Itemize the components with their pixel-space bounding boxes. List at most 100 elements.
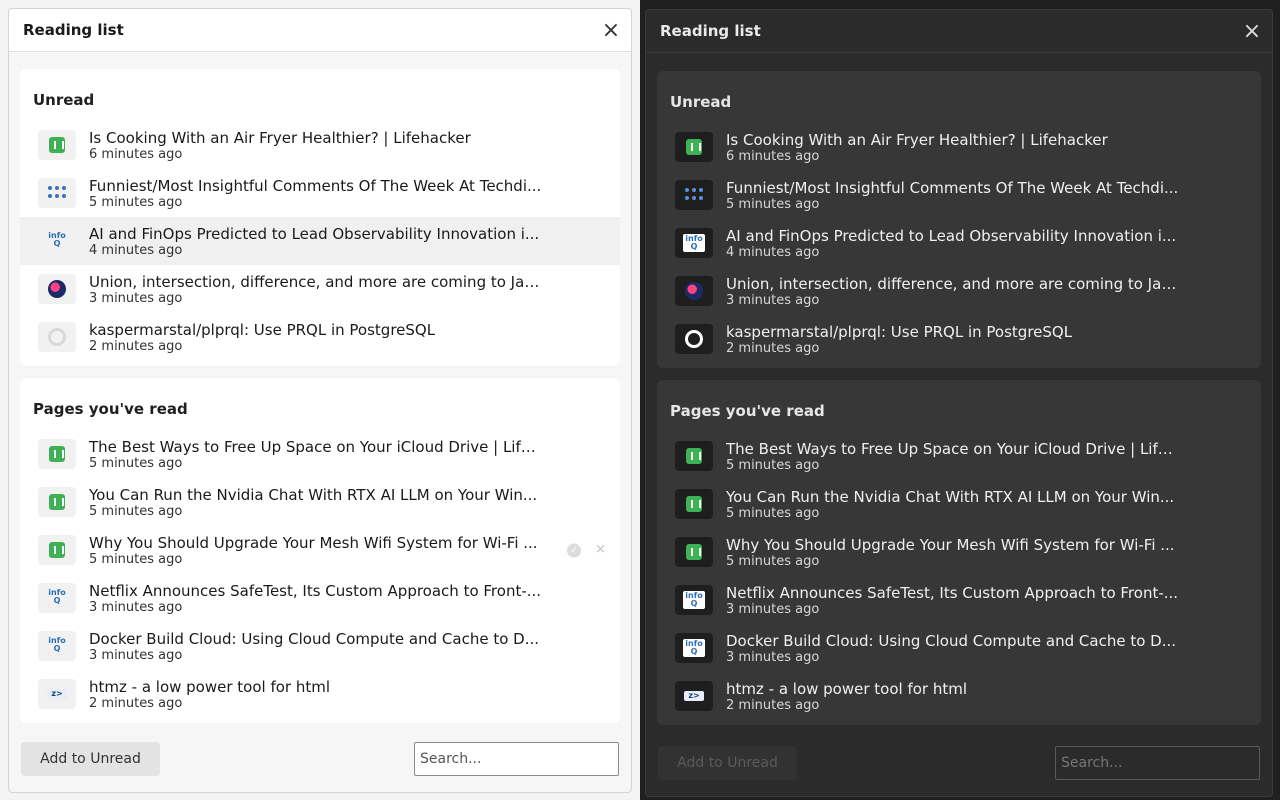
search-input[interactable] xyxy=(414,742,619,776)
item-title: Netflix Announces SafeTest, Its Custom A… xyxy=(726,583,1179,602)
item-text: Why You Should Upgrade Your Mesh Wifi Sy… xyxy=(89,534,544,567)
unread-list: Is Cooking With an Air Fryer Healthier? … xyxy=(20,121,620,361)
reading-list-item[interactable]: info Q Netflix Announces SafeTest, Its Cus… xyxy=(657,576,1261,624)
reading-list-item[interactable]: kaspermarstal/plprql: Use PRQL in Postgr… xyxy=(657,315,1261,363)
item-time: 6 minutes ago xyxy=(89,146,183,162)
lifehacker-icon xyxy=(686,139,702,155)
read-section: Pages you've read The Best Ways to Free … xyxy=(657,380,1261,725)
reading-list-item[interactable]: z> htmz - a low power tool for html 2 minu… xyxy=(657,672,1261,720)
item-title: The Best Ways to Free Up Space on Your i… xyxy=(726,439,1181,458)
favicon xyxy=(675,180,713,210)
favicon xyxy=(38,274,76,304)
read-section: Pages you've read The Best Ways to Free … xyxy=(20,378,620,723)
close-button[interactable]: × xyxy=(591,10,631,50)
item-time: 5 minutes ago xyxy=(726,457,820,473)
unread-section: Unread Is Cooking With an Air Fryer Heal… xyxy=(657,71,1261,368)
favicon xyxy=(38,439,76,469)
reading-list-item[interactable]: Union, intersection, difference, and mor… xyxy=(20,265,620,313)
item-time: 5 minutes ago xyxy=(726,196,820,212)
read-list: The Best Ways to Free Up Space on Your i… xyxy=(657,432,1261,720)
favicon xyxy=(38,535,76,565)
github-icon xyxy=(685,330,703,348)
favicon: info Q xyxy=(38,631,76,661)
item-text: Union, intersection, difference, and mor… xyxy=(89,273,544,306)
unread-heading: Unread xyxy=(33,91,95,109)
reading-list-item[interactable]: The Best Ways to Free Up Space on Your i… xyxy=(657,432,1261,480)
github-icon xyxy=(48,328,66,346)
mark-as-read-icon[interactable]: ✓ xyxy=(567,543,582,557)
reading-list-item[interactable]: info Q AI and FinOps Predicted to Lead Obs… xyxy=(657,219,1261,267)
add-to-unread-button[interactable]: Add to Unread xyxy=(21,742,160,776)
item-text: Netflix Announces SafeTest, Its Custom A… xyxy=(726,584,1181,617)
item-time: 5 minutes ago xyxy=(89,503,183,519)
favicon xyxy=(675,537,713,567)
reading-list-item[interactable]: Is Cooking With an Air Fryer Healthier? … xyxy=(20,121,620,169)
light-theme-panel: Reading list × Unread Is Cooking With an… xyxy=(0,0,640,800)
reading-list-item[interactable]: info Q Docker Build Cloud: Using Cloud Com… xyxy=(657,624,1261,672)
item-time: 3 minutes ago xyxy=(89,647,183,663)
search-input[interactable] xyxy=(1055,746,1260,780)
remove-icon[interactable]: ✕ xyxy=(595,543,606,558)
add-to-unread-button[interactable]: Add to Unread xyxy=(658,746,797,780)
item-text: Funniest/Most Insightful Comments Of The… xyxy=(726,179,1181,212)
item-time: 6 minutes ago xyxy=(726,148,820,164)
item-title: You Can Run the Nvidia Chat With RTX AI … xyxy=(726,487,1175,506)
favicon: info Q xyxy=(675,228,713,258)
favicon: z> xyxy=(675,681,713,711)
close-button[interactable]: × xyxy=(1232,11,1272,51)
item-text: Is Cooking With an Air Fryer Healthier? … xyxy=(89,129,544,162)
item-text: The Best Ways to Free Up Space on Your i… xyxy=(89,438,544,471)
techdirt-icon xyxy=(48,186,66,200)
favicon: info Q xyxy=(38,226,76,256)
unread-heading: Unread xyxy=(670,93,732,111)
favicon xyxy=(675,276,713,306)
item-title: Is Cooking With an Air Fryer Healthier? … xyxy=(726,130,1108,149)
htmz-icon: z> xyxy=(684,691,704,701)
reading-list-item[interactable]: info Q AI and FinOps Predicted to Lead Obs… xyxy=(20,217,620,265)
item-title: kaspermarstal/plprql: Use PRQL in Postgr… xyxy=(726,322,1073,341)
item-text: The Best Ways to Free Up Space on Your i… xyxy=(726,440,1181,473)
infoq-icon: info Q xyxy=(683,591,705,609)
reading-list-item[interactable]: You Can Run the Nvidia Chat With RTX AI … xyxy=(657,480,1261,528)
item-time: 3 minutes ago xyxy=(726,601,820,617)
item-text: Docker Build Cloud: Using Cloud Compute … xyxy=(89,630,544,663)
item-text: kaspermarstal/plprql: Use PRQL in Postgr… xyxy=(89,321,544,354)
item-title: Docker Build Cloud: Using Cloud Compute … xyxy=(726,631,1177,650)
item-title: You Can Run the Nvidia Chat With RTX AI … xyxy=(89,485,538,504)
item-text: You Can Run the Nvidia Chat With RTX AI … xyxy=(89,486,544,519)
lifehacker-icon xyxy=(49,542,65,558)
item-title: Docker Build Cloud: Using Cloud Compute … xyxy=(89,629,540,648)
reading-list-item[interactable]: Why You Should Upgrade Your Mesh Wifi Sy… xyxy=(20,526,620,574)
item-time: 3 minutes ago xyxy=(89,290,183,306)
item-title: kaspermarstal/plprql: Use PRQL in Postgr… xyxy=(89,320,436,339)
item-text: Is Cooking With an Air Fryer Healthier? … xyxy=(726,131,1181,164)
reading-list-item[interactable]: You Can Run the Nvidia Chat With RTX AI … xyxy=(20,478,620,526)
item-title: AI and FinOps Predicted to Lead Observab… xyxy=(89,224,540,243)
lifehacker-icon xyxy=(49,446,65,462)
reading-list-item[interactable]: kaspermarstal/plprql: Use PRQL in Postgr… xyxy=(20,313,620,361)
item-time: 3 minutes ago xyxy=(726,292,820,308)
reading-list-item[interactable]: info Q Netflix Announces SafeTest, Its Cus… xyxy=(20,574,620,622)
item-time: 2 minutes ago xyxy=(726,697,820,713)
item-text: htmz - a low power tool for html 2 minute… xyxy=(89,678,544,711)
reading-list-item[interactable]: Why You Should Upgrade Your Mesh Wifi Sy… xyxy=(657,528,1261,576)
item-time: 5 minutes ago xyxy=(726,553,820,569)
item-title: Why You Should Upgrade Your Mesh Wifi Sy… xyxy=(726,535,1175,554)
favicon xyxy=(38,322,76,352)
item-text: Netflix Announces SafeTest, Its Custom A… xyxy=(89,582,544,615)
reading-list-item[interactable]: z> htmz - a low power tool for html 2 minu… xyxy=(20,670,620,718)
item-title: Funniest/Most Insightful Comments Of The… xyxy=(726,178,1179,197)
item-title: Why You Should Upgrade Your Mesh Wifi Sy… xyxy=(89,533,538,552)
reading-list-item[interactable]: The Best Ways to Free Up Space on Your i… xyxy=(20,430,620,478)
reading-list-item[interactable]: info Q Docker Build Cloud: Using Cloud Com… xyxy=(20,622,620,670)
item-text: Funniest/Most Insightful Comments Of The… xyxy=(89,177,544,210)
reading-list-item[interactable]: Funniest/Most Insightful Comments Of The… xyxy=(657,171,1261,219)
reading-list-item[interactable]: Funniest/Most Insightful Comments Of The… xyxy=(20,169,620,217)
reading-list-item[interactable]: Union, intersection, difference, and mor… xyxy=(657,267,1261,315)
item-text: AI and FinOps Predicted to Lead Observab… xyxy=(89,225,544,258)
title-bar: Reading list × xyxy=(9,9,631,52)
reading-list-item[interactable]: Is Cooking With an Air Fryer Healthier? … xyxy=(657,123,1261,171)
lifehacker-icon xyxy=(49,494,65,510)
favicon xyxy=(38,130,76,160)
item-time: 5 minutes ago xyxy=(726,505,820,521)
